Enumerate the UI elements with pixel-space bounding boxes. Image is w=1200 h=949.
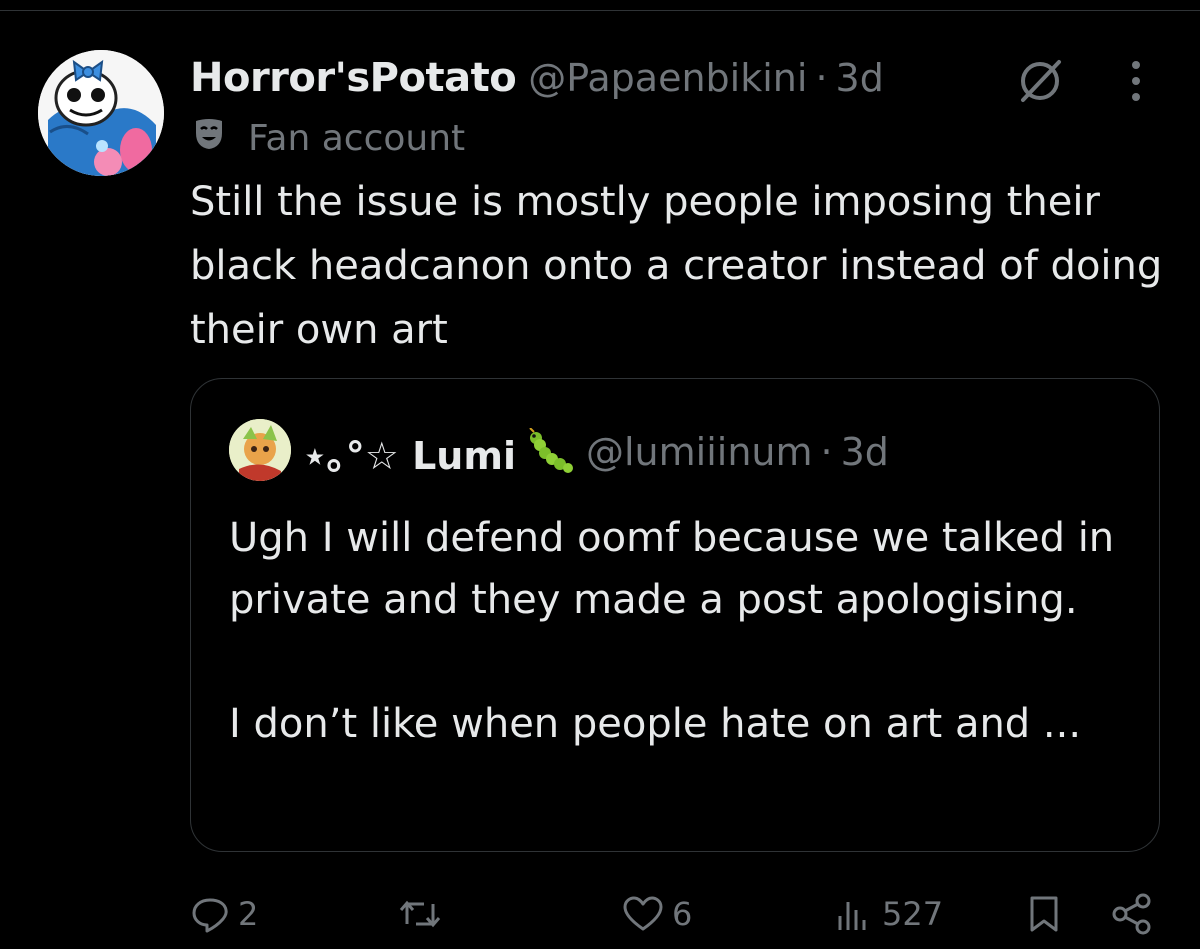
views-button[interactable]: 527	[834, 888, 943, 940]
post-header: Horror'sPotato @Papaenbikini · 3d	[190, 52, 884, 104]
quoted-post[interactable]: ⋆｡°☆ Lumi @lumiiinum · 3d Ugh I will def…	[190, 378, 1160, 852]
reply-count: 2	[238, 895, 259, 933]
bookmark-icon	[1026, 894, 1062, 934]
views-icon	[834, 894, 874, 934]
action-bar: 2 6 527	[0, 888, 1200, 940]
quote-time[interactable]: 3d	[841, 430, 889, 474]
quote-author-name[interactable]: ⋆｡°☆ Lumi	[303, 425, 516, 480]
quote-author-avatar[interactable]	[229, 419, 291, 481]
like-icon	[622, 894, 664, 934]
quote-text: Ugh I will defend oomf because we talked…	[229, 515, 1115, 747]
caterpillar-emoji	[526, 427, 574, 476]
post-time[interactable]: 3d	[836, 56, 884, 100]
quote-author-handle[interactable]: @lumiiinum	[586, 430, 813, 474]
reply-button[interactable]: 2	[190, 888, 258, 940]
grok-icon[interactable]	[1015, 56, 1065, 106]
like-count: 6	[672, 895, 693, 933]
post-text: Still the issue is mostly people imposin…	[190, 179, 1163, 353]
author-avatar[interactable]	[38, 50, 164, 176]
share-icon	[1110, 892, 1154, 936]
account-label: Fan account	[192, 116, 465, 160]
bookmark-button[interactable]	[1026, 888, 1062, 940]
quote-header: ⋆｡°☆ Lumi @lumiiinum · 3d	[303, 425, 889, 480]
share-button[interactable]	[1110, 888, 1154, 940]
reply-icon	[190, 894, 230, 934]
more-icon[interactable]	[1125, 58, 1147, 104]
like-button[interactable]: 6	[622, 888, 692, 940]
repost-icon	[398, 894, 442, 934]
views-count: 527	[882, 895, 944, 933]
mask-icon	[192, 117, 226, 160]
author-handle[interactable]: @Papaenbikini	[528, 56, 807, 100]
top-divider	[0, 0, 1200, 11]
author-name[interactable]: Horror'sPotato	[190, 55, 517, 101]
repost-button[interactable]	[398, 888, 450, 940]
separator: ·	[815, 56, 828, 100]
account-label-text: Fan account	[248, 117, 466, 159]
separator: ·	[820, 430, 833, 474]
